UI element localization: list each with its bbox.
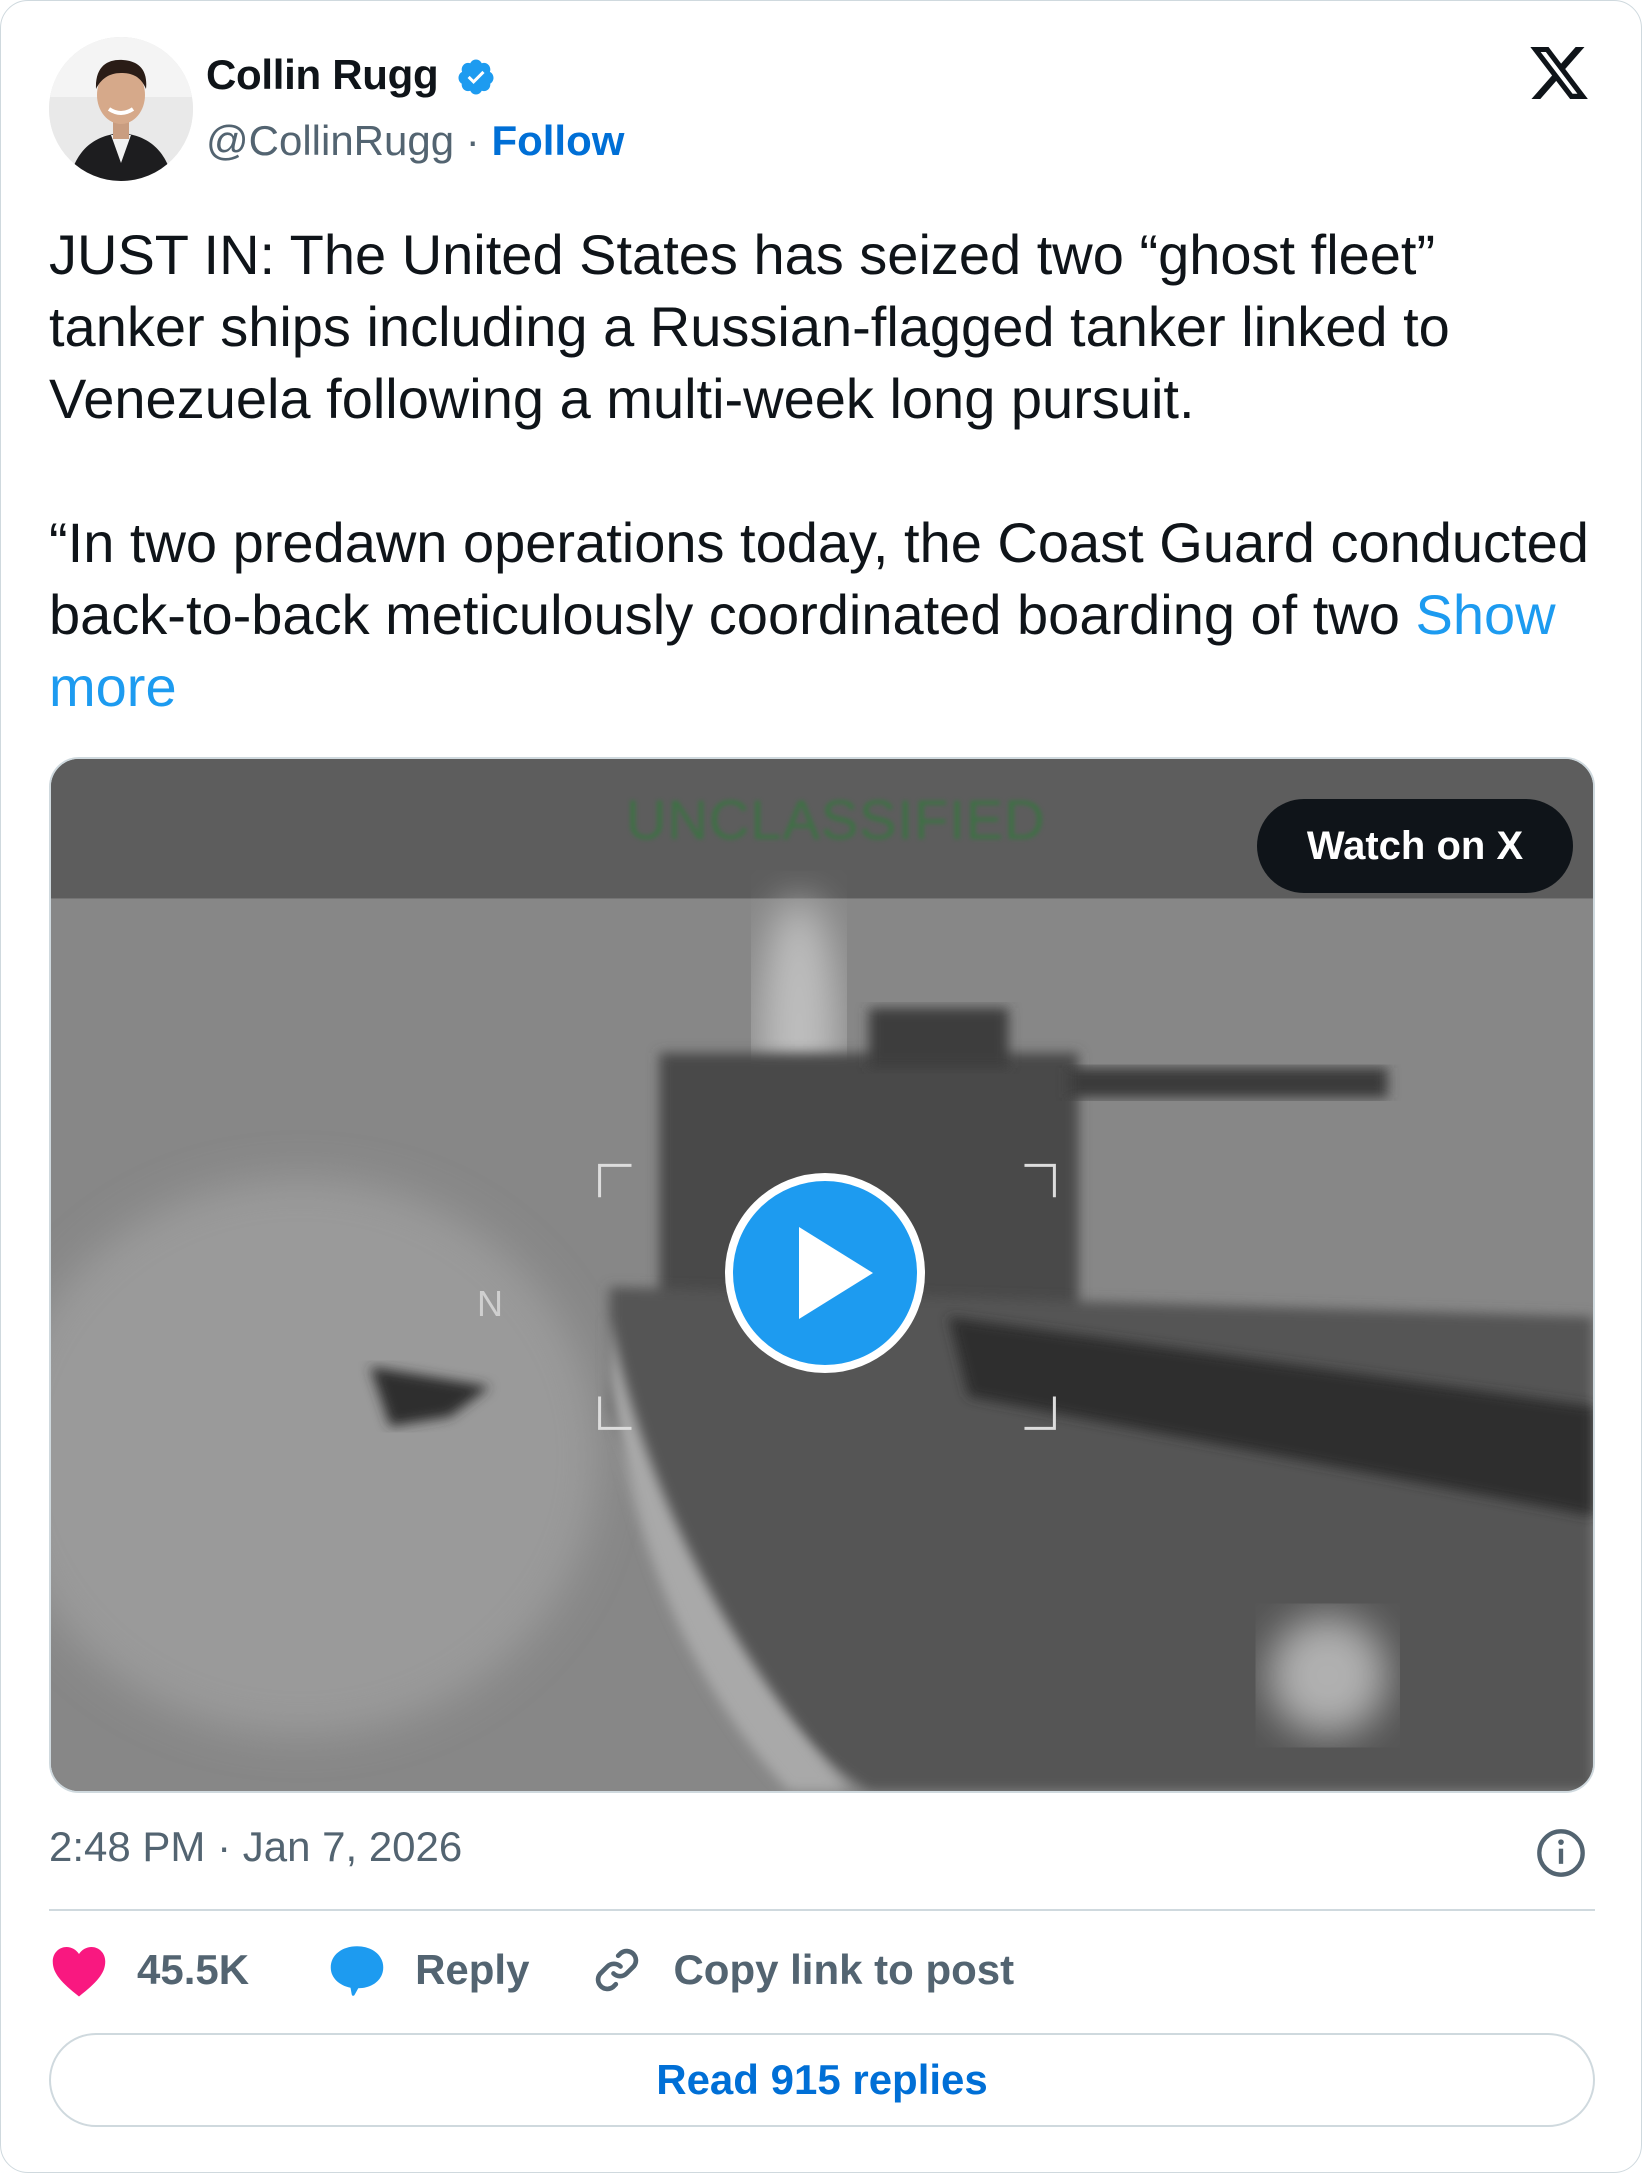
copy-link-label: Copy link to post <box>673 1946 1015 1993</box>
tweet-text: JUST IN: The United States has seized tw… <box>49 219 1589 723</box>
divider <box>49 1909 1595 1911</box>
reply-button[interactable]: Reply <box>327 1942 529 1998</box>
x-logo-icon[interactable] <box>1525 41 1593 105</box>
tweet-paragraph-2-text: “In two predawn operations today, the Co… <box>49 511 1589 646</box>
author-handle[interactable]: @CollinRugg <box>206 117 454 164</box>
like-count: 45.5K <box>137 1946 250 1993</box>
author-name-text: Collin Rugg <box>206 51 439 98</box>
play-icon <box>799 1227 873 1319</box>
info-icon[interactable] <box>1535 1827 1587 1879</box>
reply-label: Reply <box>415 1946 530 1993</box>
reply-bubble-icon <box>330 1946 384 1996</box>
read-replies-button[interactable]: Read 915 replies <box>49 2033 1595 2127</box>
handle-row: @CollinRugg · Follow <box>206 117 624 165</box>
compass-label: N <box>477 1283 503 1324</box>
watch-on-x-button[interactable]: Watch on X <box>1257 799 1573 893</box>
classification-overlay: UNCLASSIFIED <box>626 788 1046 851</box>
author-name[interactable]: Collin Rugg <box>206 51 496 99</box>
tweet-paragraph-1: JUST IN: The United States has seized tw… <box>49 223 1450 430</box>
handle-separator: · <box>465 117 480 164</box>
video-player[interactable]: UNCLASSIFIED N Watch on X <box>49 757 1595 1793</box>
verified-badge-icon <box>458 59 494 95</box>
action-bar: 45.5K Reply Copy link to post <box>49 1939 1014 2001</box>
timestamp[interactable]: 2:48 PM · Jan 7, 2026 <box>49 1823 462 1871</box>
heart-icon <box>52 1947 106 1997</box>
copy-link-button[interactable]: Copy link to post <box>589 1942 1014 1998</box>
link-icon <box>596 1948 639 1992</box>
avatar[interactable] <box>49 37 193 181</box>
tweet-paragraph-2: “In two predawn operations today, the Co… <box>49 507 1589 723</box>
like-button[interactable]: 45.5K <box>49 1942 249 1998</box>
avatar-image <box>49 37 193 181</box>
tweet-card: Collin Rugg @CollinRugg · Follow JUST IN… <box>0 0 1642 2173</box>
follow-button[interactable]: Follow <box>491 117 624 164</box>
play-button[interactable] <box>725 1173 925 1373</box>
